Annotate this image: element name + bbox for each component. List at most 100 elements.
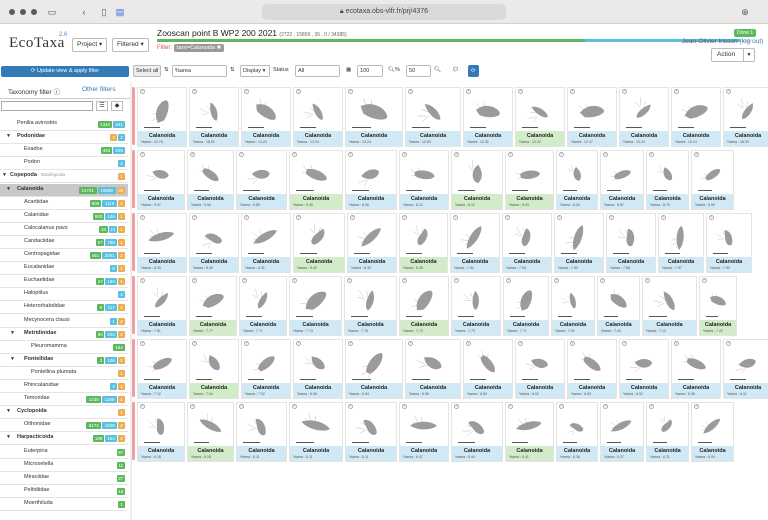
vignette-card[interactable]: ? Calanoida %area : 6.63 xyxy=(567,339,617,399)
question-icon[interactable]: ? xyxy=(645,278,650,283)
taxonomy-name[interactable]: Oithonidae xyxy=(24,421,51,427)
vignette-card[interactable]: ? Calanoida %area : 7.73 xyxy=(399,276,449,336)
plankton-image[interactable] xyxy=(403,158,445,191)
logout-link[interactable]: (log out) xyxy=(739,38,763,45)
taxonomy-row[interactable]: ▼ Podonidae 2 3 xyxy=(0,131,128,145)
list-icon[interactable]: ☰ xyxy=(96,101,108,111)
taxonomy-name[interactable]: Pleuromamma xyxy=(31,343,67,349)
vignette-card[interactable]: ? Calanoida %area : 8.59 xyxy=(691,150,734,210)
question-icon[interactable]: ? xyxy=(570,89,575,94)
display-select[interactable]: Display ▾ xyxy=(240,65,270,77)
taxonomy-row[interactable]: Miraciidae 27 xyxy=(0,472,128,485)
plankton-image[interactable] xyxy=(646,284,693,317)
plankton-image[interactable] xyxy=(403,284,445,317)
plankton-image[interactable] xyxy=(403,410,445,443)
plankton-image[interactable] xyxy=(141,221,183,254)
taxonomy-row[interactable]: Podon 2 xyxy=(0,157,128,171)
vignette-card[interactable]: ? Calanoida %area : 7.78 xyxy=(344,276,397,336)
question-icon[interactable]: ? xyxy=(296,341,301,346)
tab-taxonomy-filter[interactable]: Taxonomy filter ⓘ xyxy=(8,86,60,96)
vignette-card[interactable]: ? Calanoida %area : 8.28 xyxy=(399,213,448,273)
taxonomy-name[interactable]: Calocalanus pavo xyxy=(24,225,68,231)
vignette-card[interactable]: ? Calanoida %area : 7.93 xyxy=(502,213,552,273)
plankton-image[interactable] xyxy=(141,410,181,443)
plankton-image[interactable] xyxy=(506,221,548,254)
taxonomy-row[interactable]: Rhincalanidae 2 3 xyxy=(0,380,128,393)
question-icon[interactable]: ? xyxy=(600,278,605,283)
question-icon[interactable]: ? xyxy=(508,152,513,157)
taxonomy-row[interactable]: ▼ Metridinidae 2 233 60 xyxy=(0,328,128,341)
expand-triangle-icon[interactable]: ▼ xyxy=(10,356,15,362)
vignette-card[interactable]: ? Calanoida %area : 7.88 xyxy=(606,213,656,273)
zoom-select[interactable]: 50 xyxy=(406,65,431,77)
action-dropdown[interactable]: Action ▼ xyxy=(711,48,755,62)
vignette-card[interactable]: ? Calanoida %area : 8.06 xyxy=(345,150,397,210)
taxonomy-name[interactable]: Euchaetidae xyxy=(24,277,55,283)
reader-icon[interactable]: ▤ xyxy=(114,6,126,18)
plankton-image[interactable] xyxy=(141,158,181,191)
plankton-image[interactable] xyxy=(191,158,230,191)
vignette-card[interactable]: ? Calanoida %area : 7.71 xyxy=(503,276,549,336)
vignette-card[interactable]: ? Calanoida %area : 6.44 xyxy=(451,402,503,462)
question-icon[interactable]: ? xyxy=(140,278,145,283)
magnifier-icon[interactable]: 🔍︎ xyxy=(432,65,443,77)
expand-triangle-icon[interactable]: ▼ xyxy=(6,186,11,192)
question-icon[interactable]: ? xyxy=(554,278,559,283)
plankton-image[interactable] xyxy=(507,284,545,317)
plankton-image[interactable] xyxy=(240,158,283,191)
taxonomy-row[interactable]: Microsetella 11 xyxy=(0,459,128,472)
question-icon[interactable]: ? xyxy=(296,89,301,94)
vignette-card[interactable]: ? Calanoida %area : 6.11 xyxy=(345,402,397,462)
plankton-image[interactable] xyxy=(348,284,393,317)
vignette-card[interactable]: ? Calanoida %area : 7.94 xyxy=(450,213,500,273)
question-icon[interactable]: ? xyxy=(242,278,247,283)
question-icon[interactable]: ? xyxy=(348,152,353,157)
vignette-card[interactable]: ? Calanoida %area : 13.24 xyxy=(345,87,403,147)
plankton-image[interactable] xyxy=(604,410,640,443)
plankton-image[interactable] xyxy=(571,95,613,128)
plankton-image[interactable] xyxy=(245,95,287,128)
vignette-card[interactable]: ? Calanoida %area : 18.09 xyxy=(723,87,768,147)
plankton-image[interactable] xyxy=(297,347,339,380)
vignette-card[interactable]: ? Calanoida %area : 8.12 xyxy=(399,150,449,210)
plankton-image[interactable] xyxy=(650,158,685,191)
plankton-image[interactable] xyxy=(558,221,600,254)
question-icon[interactable]: ? xyxy=(402,152,407,157)
taxonomy-name[interactable]: Penilia avirostris xyxy=(17,120,57,126)
taxonomy-row[interactable]: Euterpina 87 xyxy=(0,446,128,459)
plankton-image[interactable] xyxy=(703,284,733,317)
question-icon[interactable]: ? xyxy=(402,215,407,220)
question-icon[interactable]: ? xyxy=(192,278,197,283)
plankton-image[interactable] xyxy=(455,158,499,191)
plankton-image[interactable] xyxy=(455,284,497,317)
question-icon[interactable]: ? xyxy=(726,341,731,346)
tab-other-filters[interactable]: Other filters xyxy=(82,86,116,93)
vignette-card[interactable]: ? Calanoida %area : 6.18 xyxy=(187,402,234,462)
question-icon[interactable]: ? xyxy=(505,215,510,220)
sort-field-select[interactable]: %area xyxy=(172,65,227,77)
question-icon[interactable]: ? xyxy=(702,278,707,283)
taxonomy-row[interactable]: Calanidae 1 146 803 xyxy=(0,210,128,223)
project-button[interactable]: Project ▾ xyxy=(72,38,108,52)
question-icon[interactable]: ? xyxy=(347,278,352,283)
plankton-image[interactable] xyxy=(141,284,183,317)
vignette-card[interactable]: ? Calanoida %area : 12.84 xyxy=(405,87,461,147)
taxonomy-row[interactable]: Heterorhabdidae 2 117 5 xyxy=(0,301,128,315)
question-icon[interactable]: ? xyxy=(296,215,301,220)
taxonomy-row[interactable]: Acartiidae 3 1119 808 xyxy=(0,197,128,210)
taxonomy-name[interactable]: Moerthiluda xyxy=(24,500,53,506)
vignette-card[interactable]: ? Calanoida %area : 6.18 xyxy=(137,402,185,462)
question-icon[interactable]: ? xyxy=(603,152,608,157)
vignette-card[interactable]: ? Calanoida %area : 6.27 xyxy=(600,402,644,462)
vignette-card[interactable]: ? Calanoida %area : 7.70 xyxy=(451,276,501,336)
vignette-card[interactable]: ? Calanoida %area : 6.11 xyxy=(289,402,343,462)
vignette-card[interactable]: ? Calanoida %area : 8.30 xyxy=(189,213,239,273)
taxonomy-row[interactable]: Oithonidae 2 1929 6172 xyxy=(0,419,128,433)
taxonomy-search-input[interactable] xyxy=(1,101,93,111)
vignette-card[interactable]: ? Calanoida %area : 9.97 xyxy=(137,150,185,210)
plankton-image[interactable] xyxy=(243,284,283,317)
plankton-image[interactable] xyxy=(245,347,287,380)
vignette-card[interactable]: ? Calanoida %area : 8.03 xyxy=(505,150,554,210)
plankton-image[interactable] xyxy=(349,158,393,191)
question-icon[interactable]: ? xyxy=(140,89,145,94)
